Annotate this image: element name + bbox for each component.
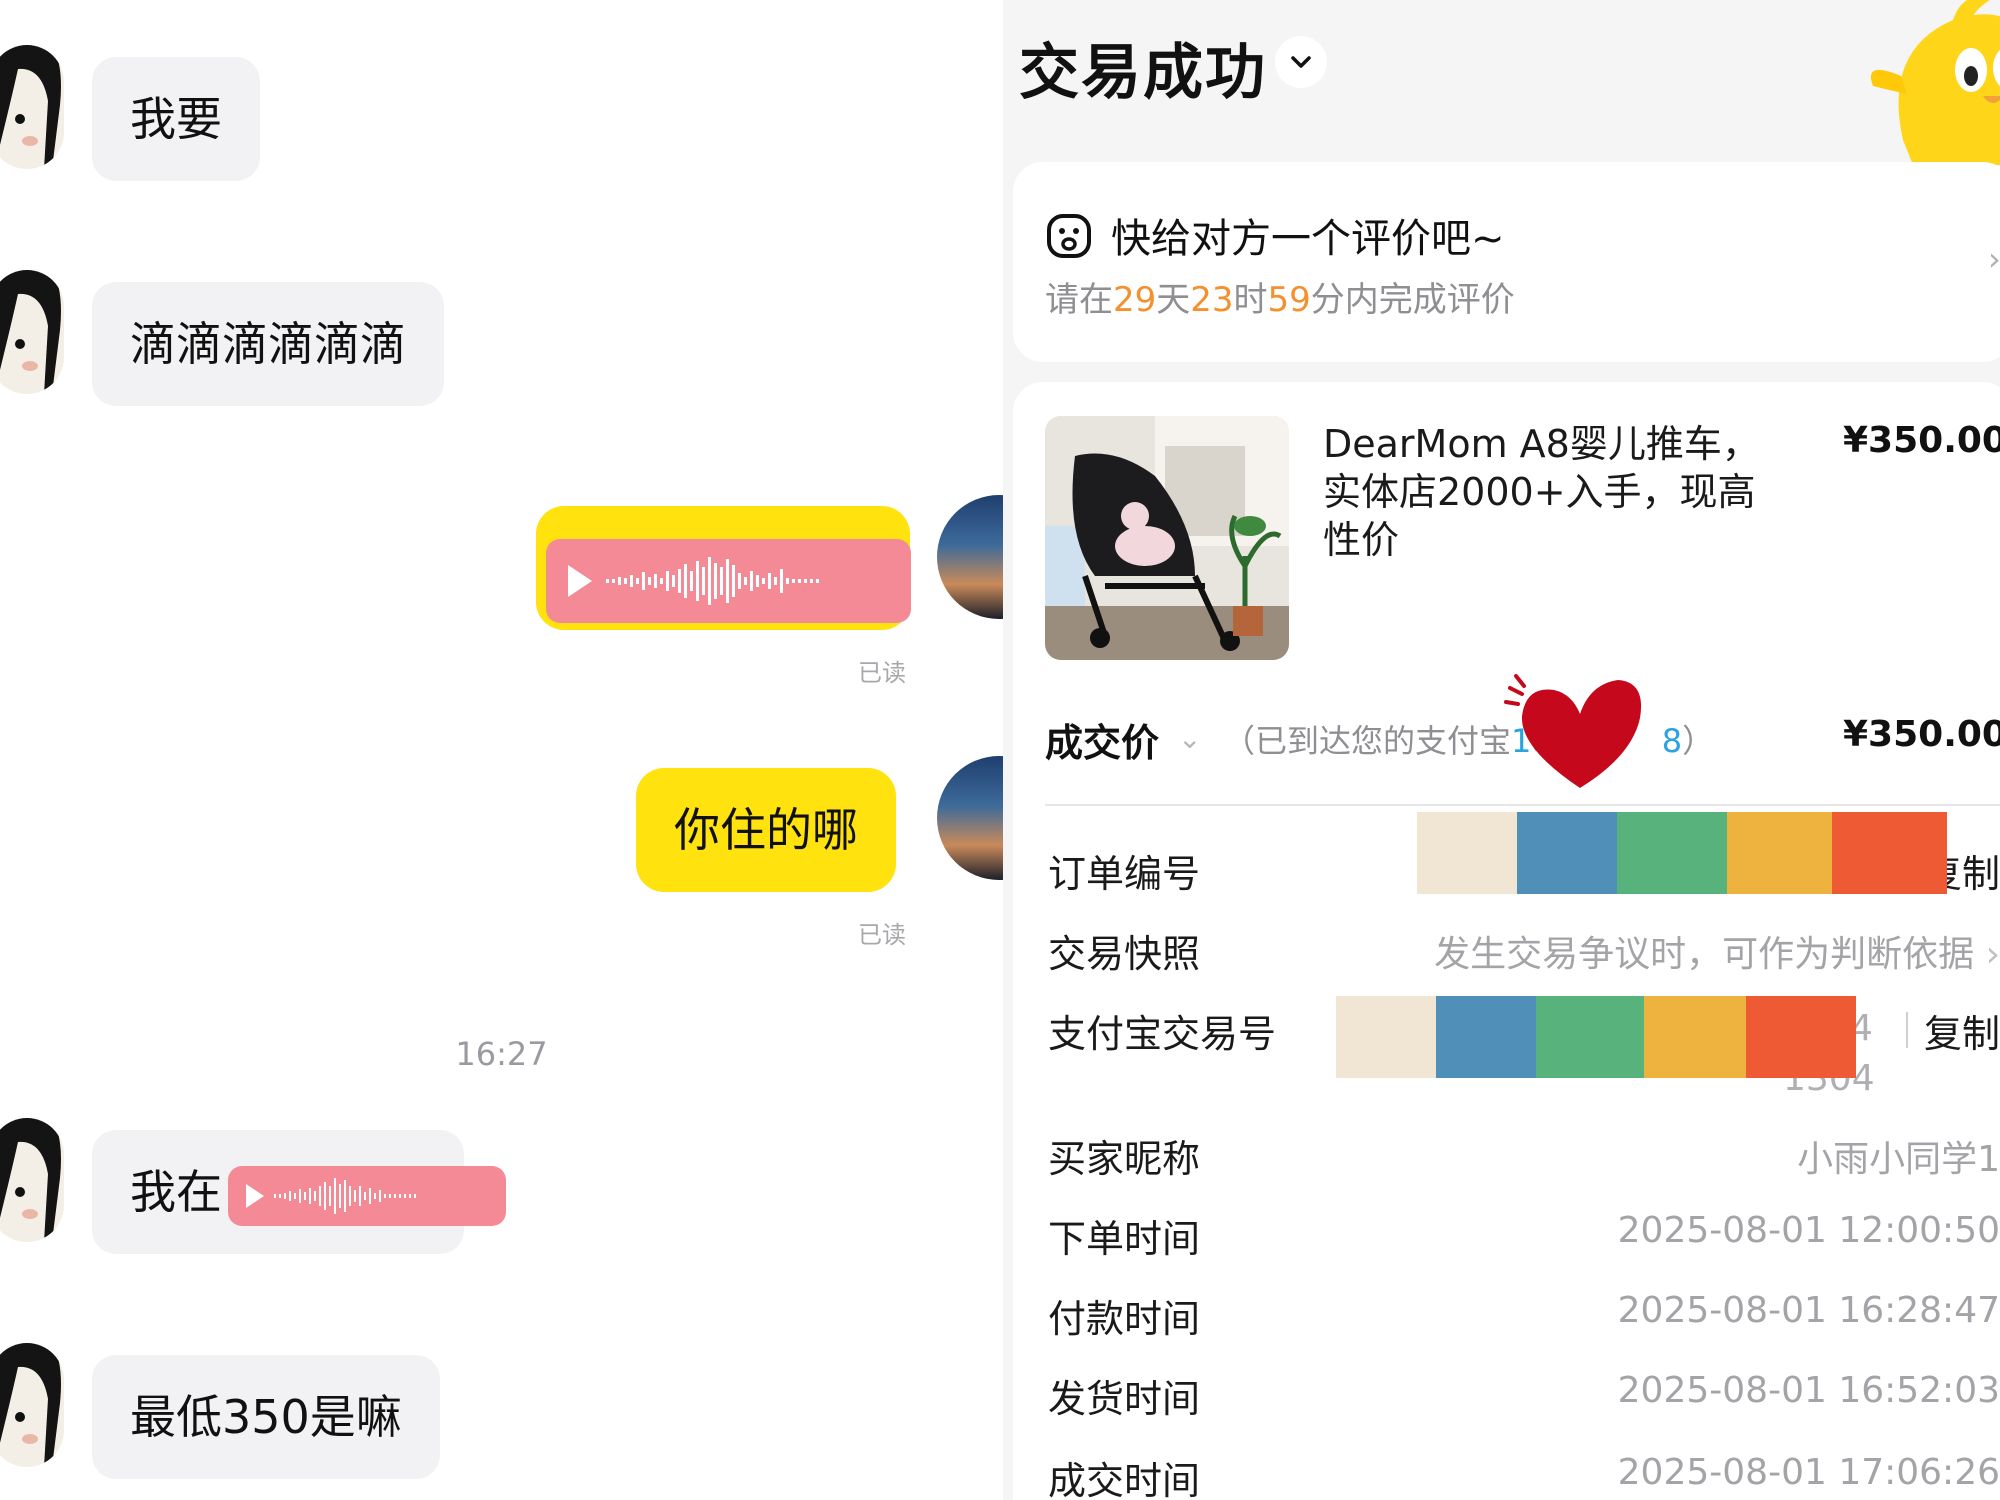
copy-alipay-button[interactable]: 复制 bbox=[1924, 1003, 2000, 1058]
contact-avatar[interactable] bbox=[0, 45, 64, 169]
minutes-unit: 分内完成评价 bbox=[1310, 280, 1515, 320]
order-number-redaction bbox=[1417, 812, 1947, 894]
deal-note-prefix: （已到达您的支付宝 bbox=[1223, 722, 1512, 760]
shipping-time: 2025-08-01 16:52:03 bbox=[1617, 1370, 2000, 1411]
play-icon bbox=[568, 557, 819, 605]
review-prompt-card[interactable]: 快给对方一个评价吧~ 请在29天23时59分内完成评价 bbox=[1013, 162, 2000, 362]
snapshot-hint: 发生交易争议时，可作为判断依据 bbox=[1434, 934, 1975, 975]
order-time-label: 下单时间 bbox=[1048, 1217, 1201, 1261]
voice-redaction bbox=[228, 1166, 506, 1226]
product-price: ¥350.00 bbox=[1843, 420, 2000, 461]
chevron-down-icon[interactable] bbox=[1275, 36, 1327, 88]
chevron-down-icon[interactable]: ⌄ bbox=[1178, 722, 1201, 755]
voice-waveform[interactable] bbox=[546, 539, 911, 623]
buyer-nickname-label: 买家昵称 bbox=[1048, 1137, 1201, 1181]
product-title[interactable]: DearMom A8婴儿推车，实体店2000+入手，现高性价 bbox=[1323, 420, 1793, 564]
alipay-trade-redaction bbox=[1336, 996, 1856, 1078]
deal-note-suffix: ） bbox=[1682, 722, 1715, 760]
review-deadline: 请在29天23时59分内完成评价 bbox=[1045, 272, 1515, 321]
contact-avatar[interactable] bbox=[0, 270, 64, 394]
copy-separator bbox=[1906, 1012, 1908, 1048]
divider bbox=[1045, 804, 2000, 806]
contact-avatar[interactable] bbox=[0, 1343, 64, 1467]
snapshot-label: 交易快照 bbox=[1048, 932, 1201, 976]
heart-scribble bbox=[1504, 674, 1642, 788]
mascot-illustration bbox=[1870, 0, 2000, 165]
payment-time: 2025-08-01 16:28:47 bbox=[1617, 1290, 2000, 1331]
alipay-trade-label: 支付宝交易号 bbox=[1048, 1012, 1277, 1056]
user-avatar[interactable] bbox=[937, 756, 1003, 880]
order-status-title: 交易成功 bbox=[1019, 38, 1267, 108]
read-status: 已读 bbox=[858, 659, 906, 687]
hours-remaining: 23 bbox=[1190, 280, 1234, 320]
hours-unit: 时 bbox=[1233, 280, 1268, 320]
product-image[interactable] bbox=[1045, 416, 1289, 660]
chevron-right-icon: › bbox=[1974, 934, 2000, 975]
deal-price-value: ¥350.00 bbox=[1843, 714, 2000, 755]
shipping-time-label: 发货时间 bbox=[1048, 1377, 1201, 1421]
incoming-message-text: 我在 bbox=[130, 1165, 222, 1219]
alipay-account-end: 8 bbox=[1661, 722, 1683, 760]
chevron-right-icon[interactable]: › bbox=[1988, 240, 2000, 278]
minutes-remaining: 59 bbox=[1267, 280, 1311, 320]
deal-time: 2025-08-01 17:06:26 bbox=[1617, 1452, 2000, 1493]
days-unit: 天 bbox=[1156, 280, 1191, 320]
order-number-label: 订单编号 bbox=[1048, 852, 1201, 896]
message-timestamp: 16:27 bbox=[455, 1035, 548, 1073]
days-remaining: 29 bbox=[1113, 280, 1157, 320]
incoming-message[interactable]: 滴滴滴滴滴滴 bbox=[92, 282, 444, 406]
outgoing-message[interactable]: 你住的哪 bbox=[636, 768, 896, 892]
order-time: 2025-08-01 12:00:50 bbox=[1617, 1210, 2000, 1251]
surprised-face-icon bbox=[1047, 214, 1091, 258]
incoming-message[interactable]: 我要 bbox=[92, 57, 260, 181]
snapshot-link[interactable]: 发生交易争议时，可作为判断依据 › bbox=[1434, 925, 2000, 977]
deal-time-label: 成交时间 bbox=[1048, 1459, 1201, 1500]
payment-time-label: 付款时间 bbox=[1048, 1297, 1201, 1341]
user-avatar[interactable] bbox=[937, 495, 1003, 619]
chat-panel: 我要 滴滴滴滴滴滴 已读 你住的哪 已读 16:27 我在 最低350是嘛 bbox=[0, 0, 1003, 1500]
review-deadline-prefix: 请在 bbox=[1045, 280, 1113, 320]
deal-price-label: 成交价 bbox=[1045, 721, 1160, 765]
buyer-nickname: 小雨小同学1 bbox=[1797, 1139, 2000, 1180]
review-title: 快给对方一个评价吧~ bbox=[1111, 216, 1505, 262]
contact-avatar[interactable] bbox=[0, 1118, 64, 1242]
incoming-message[interactable]: 最低350是嘛 bbox=[92, 1355, 440, 1479]
read-status: 已读 bbox=[858, 921, 906, 949]
